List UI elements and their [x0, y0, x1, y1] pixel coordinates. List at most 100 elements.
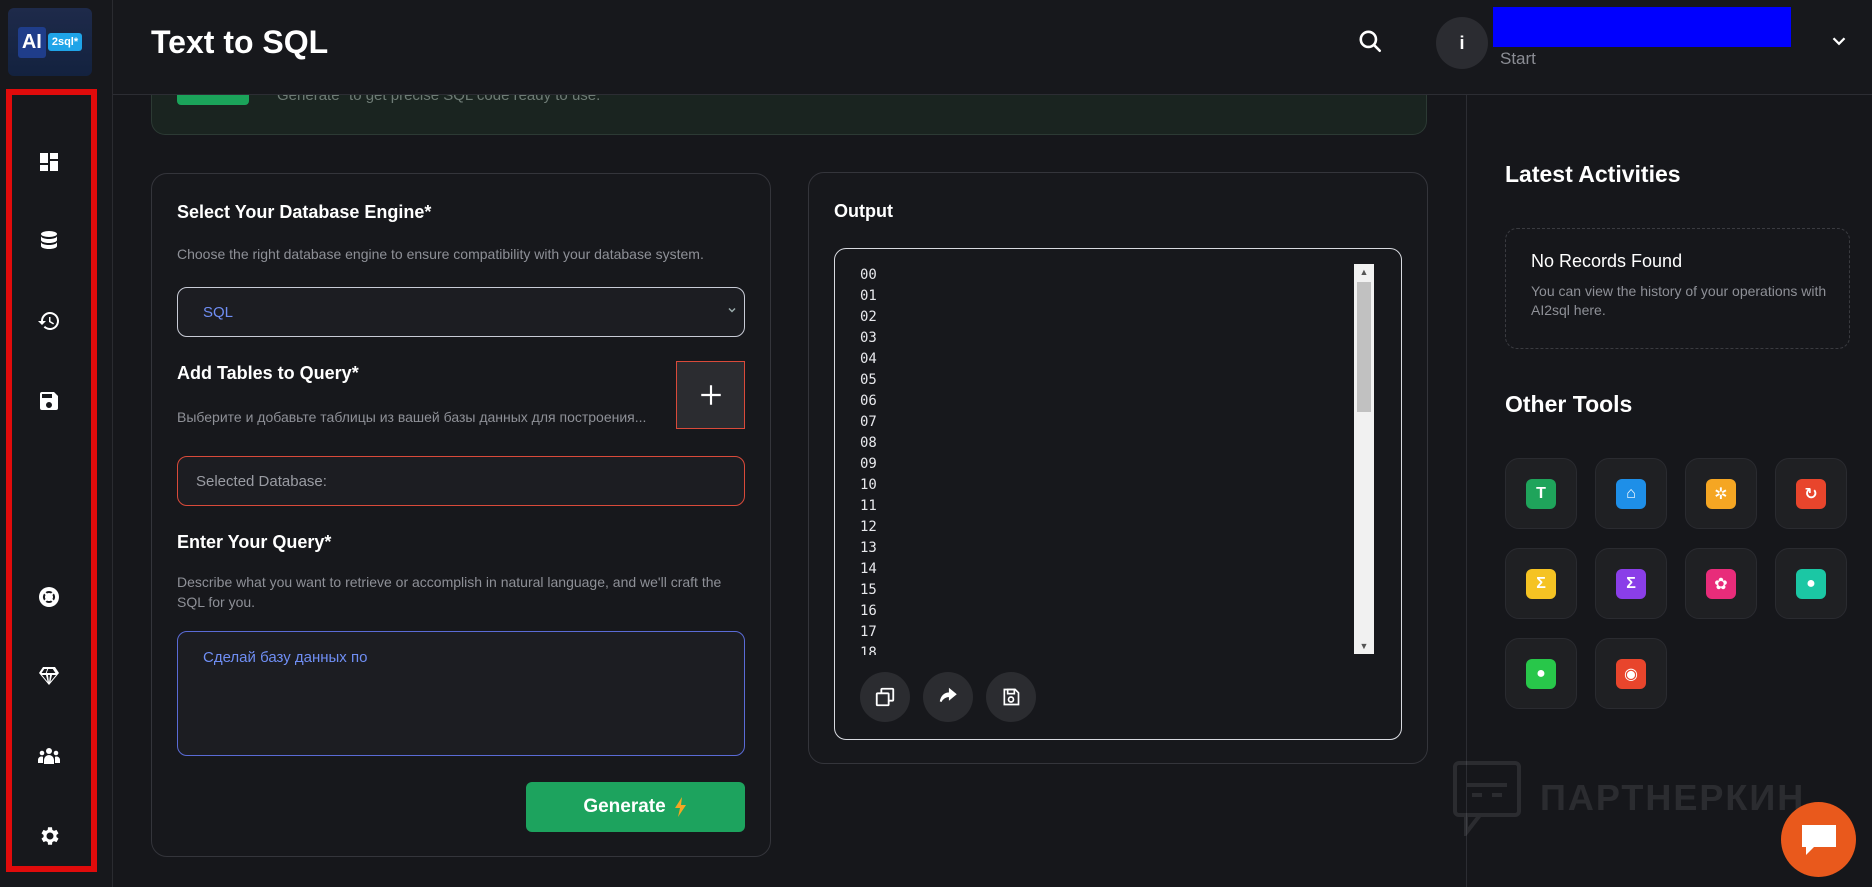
tool-button[interactable]: ◉ — [1595, 638, 1667, 709]
scroll-thumb[interactable] — [1357, 282, 1371, 412]
line-number: 10 — [860, 477, 877, 493]
info-banner: Generate" to get precise SQL code ready … — [151, 95, 1427, 135]
gear-icon: ✲ — [1706, 478, 1736, 509]
avatar[interactable]: i — [1436, 17, 1488, 69]
logo-tag: 2sql* — [47, 33, 83, 51]
line-number: 09 — [860, 456, 877, 472]
app-logo[interactable]: AI 2sql* — [8, 8, 92, 76]
copy-button[interactable] — [860, 672, 910, 722]
scroll-up-arrow[interactable]: ▲ — [1358, 266, 1370, 278]
query-form-card: Select Your Database Engine* Choose the … — [151, 173, 771, 857]
activities-title: Latest Activities — [1505, 161, 1681, 187]
chat-icon: ● — [1796, 568, 1826, 599]
lightning-icon — [674, 797, 686, 817]
line-number: 17 — [860, 624, 877, 640]
query-hint: Describe what you want to retrieve or ac… — [177, 574, 722, 610]
database-icon[interactable] — [36, 228, 62, 254]
team-icon[interactable] — [36, 743, 62, 769]
tool-button[interactable]: ● — [1775, 548, 1847, 619]
redacted-username — [1493, 7, 1791, 47]
tables-hint: Выберите и добавьте таблицы из вашей баз… — [177, 409, 647, 425]
line-number: 00 — [860, 267, 877, 283]
plus-icon — [700, 385, 721, 405]
line-number: 07 — [860, 414, 877, 430]
output-card: Output 00 01 02 03 04 05 06 07 08 09 10 11 12 13 14 15 1… — [808, 172, 1428, 764]
support-icon[interactable] — [36, 584, 62, 610]
line-number: 12 — [860, 519, 877, 535]
line-number: 15 — [860, 582, 877, 598]
copy-icon — [875, 687, 895, 707]
line-number: 06 — [860, 393, 877, 409]
dashboard-icon[interactable] — [36, 149, 62, 175]
line-number: 14 — [860, 561, 877, 577]
settings-icon[interactable] — [36, 823, 62, 849]
tool-button[interactable]: Σ — [1505, 548, 1577, 619]
share-icon — [939, 687, 957, 703]
save-icon[interactable] — [36, 388, 62, 414]
output-code-box[interactable]: 00 01 02 03 04 05 06 07 08 09 10 11 12 13 14 15 16 17 18 ▲… — [834, 248, 1402, 740]
chat-button[interactable] — [1781, 802, 1856, 877]
broom-icon: ⌂ — [1616, 478, 1646, 509]
tool-button[interactable]: ↻ — [1775, 458, 1847, 529]
line-number: 08 — [860, 435, 877, 451]
search-icon[interactable] — [1353, 24, 1387, 58]
text-icon: T — [1526, 478, 1556, 509]
refresh-icon: ↻ — [1796, 478, 1826, 509]
engine-hint: Choose the right database engine to ensu… — [177, 246, 704, 262]
floppy-icon — [1003, 688, 1020, 706]
tools-title: Other Tools — [1505, 391, 1633, 417]
add-table-button[interactable] — [676, 361, 745, 429]
engine-select-value: SQL — [203, 304, 234, 321]
scrollbar[interactable]: ▲ ▼ — [1354, 264, 1374, 654]
line-number: 04 — [860, 351, 877, 367]
watermark-text: ПАРТНЕРКИН — [1540, 777, 1806, 818]
line-number: 05 — [860, 372, 877, 388]
engine-title: Select Your Database Engine* — [177, 202, 432, 222]
tool-button[interactable]: Σ — [1595, 548, 1667, 619]
tool-button[interactable]: T — [1505, 458, 1577, 529]
sigma-icon: Σ — [1526, 568, 1556, 599]
top-header: Text to SQL i Start — [113, 0, 1872, 95]
query-textarea[interactable]: Сделай базу данных по — [177, 631, 745, 756]
tool-button[interactable]: ✿ — [1685, 548, 1757, 619]
user-plan: Start — [1500, 49, 1536, 68]
line-numbers: 00 01 02 03 04 05 06 07 08 09 10 11 12 13 14 15 16 17 18 — [860, 265, 877, 655]
logo-text: AI — [17, 26, 46, 58]
engine-select[interactable]: SQL — [177, 287, 745, 337]
query-text: Сделай базу данных по — [203, 649, 368, 666]
line-number: 03 — [860, 330, 877, 346]
chat-icon — [1801, 824, 1836, 855]
save-output-button[interactable] — [986, 672, 1036, 722]
line-number: 02 — [860, 309, 877, 325]
watermark: ПАРТНЕРКИН — [1452, 758, 1822, 838]
share-button[interactable] — [923, 672, 973, 722]
generate-button[interactable]: Generate — [526, 782, 745, 832]
chevron-down-icon[interactable] — [1828, 30, 1850, 52]
chevron-down-icon — [728, 307, 736, 313]
line-number: 13 — [860, 540, 877, 556]
output-title: Output — [834, 201, 893, 221]
line-number: 01 — [860, 288, 877, 304]
tables-title: Add Tables to Query* — [177, 363, 359, 383]
tool-button[interactable]: ✲ — [1685, 458, 1757, 529]
sigma-icon: Σ — [1616, 568, 1646, 599]
line-number: 18 — [860, 645, 877, 655]
no-records-title: No Records Found — [1531, 251, 1683, 271]
chat-bubble-icon — [1453, 761, 1521, 836]
no-records-text: You can view the history of your operati… — [1531, 283, 1827, 318]
bug-icon: ✿ — [1706, 568, 1736, 599]
selected-database-label: Selected Database: — [196, 473, 327, 490]
page-title: Text to SQL — [151, 24, 329, 60]
banner-text: Generate" to get precise SQL code ready … — [277, 95, 601, 104]
tool-button[interactable]: ⌂ — [1595, 458, 1667, 529]
selected-database-field[interactable]: Selected Database: — [177, 456, 745, 506]
banner-button[interactable] — [177, 95, 249, 105]
line-number: 11 — [860, 498, 877, 514]
scroll-down-arrow[interactable]: ▼ — [1358, 640, 1370, 652]
history-icon[interactable] — [36, 308, 62, 334]
tool-button[interactable]: ● — [1505, 638, 1577, 709]
no-records-box: No Records Found You can view the histor… — [1505, 228, 1850, 349]
chat-icon: ● — [1526, 658, 1556, 689]
diamond-icon[interactable] — [36, 663, 62, 689]
timer-icon: ◉ — [1616, 658, 1646, 689]
